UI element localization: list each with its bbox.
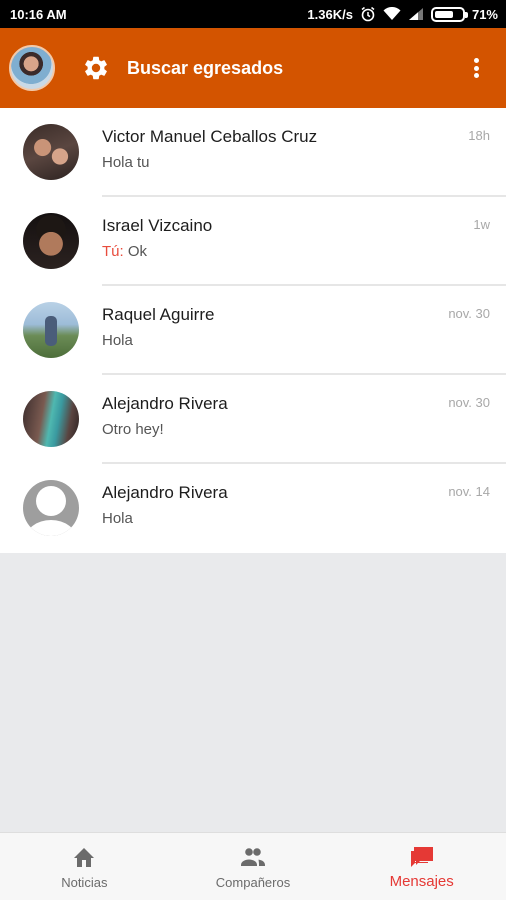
status-bar: 10:16 AM 1.36K/s 71% xyxy=(0,0,506,28)
contact-name: Israel Vizcaino xyxy=(102,216,213,235)
message-time: nov. 14 xyxy=(448,484,490,499)
status-indicators: 1.36K/s 71% xyxy=(307,6,498,22)
message-preview: Hola tu xyxy=(102,154,150,171)
signal-icon xyxy=(408,7,424,21)
contact-avatar xyxy=(23,213,79,269)
conversation-list: Victor Manuel Ceballos Cruz Hola tu 18h … xyxy=(0,108,506,553)
message-preview: Hola xyxy=(102,332,133,349)
alarm-icon xyxy=(360,6,376,22)
nav-label: Noticias xyxy=(61,875,108,890)
message-preview: Tú: Ok xyxy=(102,243,147,260)
message-text: Hola xyxy=(102,510,133,527)
contact-avatar xyxy=(23,391,79,447)
contact-avatar xyxy=(23,302,79,358)
nav-item-noticias[interactable]: Noticias xyxy=(0,833,169,900)
conversation-item[interactable]: Raquel Aguirre Hola nov. 30 xyxy=(0,286,506,375)
message-text: Hola tu xyxy=(102,154,150,171)
message-preview: Otro hey! xyxy=(102,421,164,438)
app-title[interactable]: Buscar egresados xyxy=(127,58,283,79)
you-prefix: Tú: xyxy=(102,243,128,260)
bottom-navigation: Noticias Compañeros Mensajes xyxy=(0,832,506,900)
contact-name: Raquel Aguirre xyxy=(102,305,215,324)
nav-item-companeros[interactable]: Compañeros xyxy=(169,833,338,900)
conversation-item[interactable]: Israel Vizcaino Tú: Ok 1w xyxy=(0,197,506,286)
people-icon xyxy=(240,845,266,869)
wifi-icon xyxy=(383,7,401,21)
contact-name: Alejandro Rivera xyxy=(102,483,228,502)
message-time: 1w xyxy=(473,217,490,232)
message-text: Hola xyxy=(102,332,133,349)
contact-avatar xyxy=(23,124,79,180)
conversation-item[interactable]: Alejandro Rivera Hola nov. 14 xyxy=(0,464,506,553)
settings-icon[interactable] xyxy=(81,53,111,83)
nav-item-mensajes[interactable]: Mensajes xyxy=(337,833,506,900)
default-avatar-icon xyxy=(23,480,79,536)
message-time: nov. 30 xyxy=(448,306,490,321)
app-bar: Buscar egresados xyxy=(0,28,506,108)
contact-name: Alejandro Rivera xyxy=(102,394,228,413)
profile-avatar[interactable] xyxy=(9,45,55,91)
message-preview: Hola xyxy=(102,510,133,527)
battery-icon xyxy=(430,6,468,22)
messages-icon xyxy=(409,845,435,869)
message-time: nov. 30 xyxy=(448,395,490,410)
home-icon xyxy=(71,845,97,869)
network-speed: 1.36K/s xyxy=(307,6,353,22)
conversation-item[interactable]: Victor Manuel Ceballos Cruz Hola tu 18h xyxy=(0,108,506,197)
nav-label: Mensajes xyxy=(389,873,454,890)
contact-name: Victor Manuel Ceballos Cruz xyxy=(102,127,318,146)
conversation-item[interactable]: Alejandro Rivera Otro hey! nov. 30 xyxy=(0,375,506,464)
overflow-menu-icon[interactable] xyxy=(470,56,482,80)
nav-label: Compañeros xyxy=(215,875,291,890)
status-time: 10:16 AM xyxy=(10,6,67,22)
message-text: Otro hey! xyxy=(102,421,164,438)
message-time: 18h xyxy=(468,128,490,143)
battery-percent: 71% xyxy=(471,6,498,22)
message-text: Ok xyxy=(127,243,148,260)
